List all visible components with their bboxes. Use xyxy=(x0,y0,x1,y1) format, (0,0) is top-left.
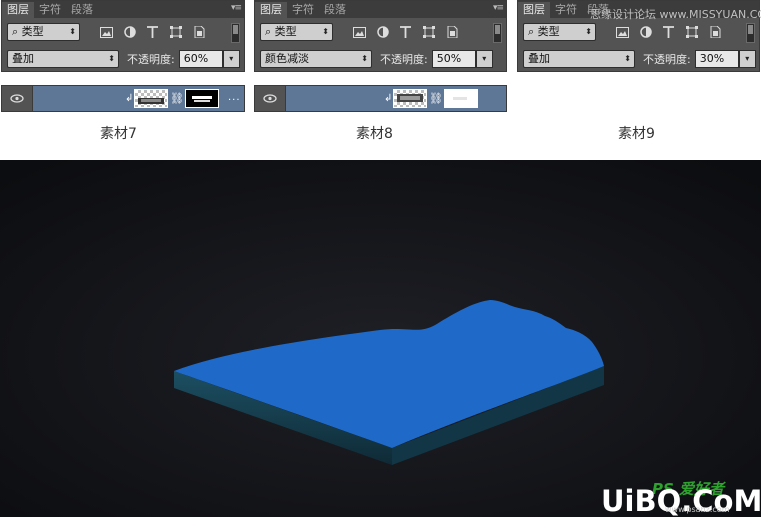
search-icon: ⌕ xyxy=(265,25,272,38)
filter-kind-select[interactable]: ⌕ 类型 ⬍ xyxy=(260,23,333,41)
shape-filter-icon[interactable] xyxy=(683,24,700,41)
panel-menu-icon[interactable]: ▾≡ xyxy=(493,3,504,13)
panel-tabs: 图层 字符 段落 ▾≡ xyxy=(2,1,244,18)
opacity-dropdown-button[interactable]: ▾ xyxy=(475,50,493,68)
filter-kind-label: 类型 xyxy=(274,25,297,38)
filter-row: ⌕ 类型 ⬍ xyxy=(523,23,723,41)
caption-material-7: 素材7 xyxy=(100,126,137,142)
filter-kind-select[interactable]: ⌕ 类型 ⬍ xyxy=(523,23,596,41)
chain-link-icon[interactable]: ⛓ xyxy=(170,92,184,105)
visibility-eye-icon[interactable] xyxy=(255,86,286,111)
panel-menu-icon[interactable]: ▾≡ xyxy=(231,3,242,13)
updown-arrow-icon: ⬍ xyxy=(108,54,115,63)
tab-paragraph[interactable]: 段落 xyxy=(66,2,98,18)
forum-watermark: 思缘设计论坛 www.MISSYUAN.COM xyxy=(590,8,761,21)
adjustment-filter-icon[interactable] xyxy=(374,24,391,41)
updown-arrow-icon: ⬍ xyxy=(322,27,329,36)
filter-kind-label: 类型 xyxy=(21,25,44,38)
tab-character[interactable]: 字符 xyxy=(34,2,66,18)
layer-mask-thumbnail[interactable] xyxy=(185,89,219,108)
opacity-field[interactable]: 50% xyxy=(431,50,476,68)
visibility-eye-icon[interactable] xyxy=(2,86,33,111)
search-icon: ⌕ xyxy=(12,25,19,38)
smart-object-filter-icon[interactable] xyxy=(443,24,460,41)
adjustment-filter-icon[interactable] xyxy=(637,24,654,41)
layers-panel-2: 图层 字符 段落 ▾≡ ⌕ 类型 ⬍ 颜色减淡 ⬍ 不透明度: 50% ▾ xyxy=(254,0,507,72)
filter-toggle-switch[interactable] xyxy=(231,23,240,43)
updown-arrow-icon: ⬍ xyxy=(361,54,368,63)
filter-row: ⌕ 类型 ⬍ xyxy=(7,23,207,41)
pixel-filter-icon[interactable] xyxy=(351,24,368,41)
tab-layers[interactable]: 图层 xyxy=(255,2,287,18)
adjustment-filter-icon[interactable] xyxy=(121,24,138,41)
layer-row-1[interactable]: ↲ ⛓ ... xyxy=(1,85,245,112)
blend-mode-label: 叠加 xyxy=(12,52,34,65)
clipping-mask-arrow-icon: ↲ xyxy=(384,93,393,104)
site-url-watermark: www.psahz.com xyxy=(665,505,730,514)
layer-more-label: ... xyxy=(228,92,241,103)
opacity-field[interactable]: 30% xyxy=(694,50,739,68)
shape-filter-icon[interactable] xyxy=(167,24,184,41)
opacity-dropdown-button[interactable]: ▾ xyxy=(222,50,240,68)
caption-material-9: 素材9 xyxy=(618,126,655,142)
filter-toggle-switch[interactable] xyxy=(746,23,755,43)
smart-object-filter-icon[interactable] xyxy=(706,24,723,41)
chain-link-icon[interactable]: ⛓ xyxy=(429,92,443,105)
pixel-filter-icon[interactable] xyxy=(98,24,115,41)
tab-layers[interactable]: 图层 xyxy=(2,2,34,18)
clipping-mask-arrow-icon: ↲ xyxy=(125,93,134,104)
water-block-illustration xyxy=(0,160,761,517)
opacity-label: 不透明度: xyxy=(380,53,428,66)
updown-arrow-icon: ⬍ xyxy=(585,27,592,36)
blend-mode-label: 颜色减淡 xyxy=(265,52,309,65)
pixel-filter-icon[interactable] xyxy=(614,24,631,41)
shape-filter-icon[interactable] xyxy=(420,24,437,41)
smart-object-filter-icon[interactable] xyxy=(190,24,207,41)
filter-kind-label: 类型 xyxy=(537,25,560,38)
tab-character[interactable]: 字符 xyxy=(287,2,319,18)
tab-paragraph[interactable]: 段落 xyxy=(319,2,351,18)
blend-row: 叠加 ⬍ 不透明度: 60% ▾ xyxy=(7,50,240,68)
opacity-field[interactable]: 60% xyxy=(178,50,223,68)
updown-arrow-icon: ⬍ xyxy=(69,27,76,36)
blend-row: 叠加 ⬍ 不透明度: 30% ▾ xyxy=(523,50,756,68)
panel-tabs: 图层 字符 段落 ▾≡ xyxy=(255,1,506,18)
type-filter-icon[interactable] xyxy=(397,24,414,41)
canvas-preview xyxy=(0,160,761,517)
type-filter-icon[interactable] xyxy=(660,24,677,41)
updown-arrow-icon: ⬍ xyxy=(624,54,631,63)
blend-mode-label: 叠加 xyxy=(528,52,550,65)
layers-panel-1: 图层 字符 段落 ▾≡ ⌕ 类型 ⬍ 叠加 ⬍ 不透明度: 60% ▾ xyxy=(1,0,245,72)
layer-thumbnail[interactable] xyxy=(393,89,427,108)
blend-mode-select[interactable]: 颜色减淡 ⬍ xyxy=(260,50,372,68)
blend-mode-select[interactable]: 叠加 ⬍ xyxy=(523,50,635,68)
layer-mask-thumbnail[interactable] xyxy=(444,89,478,108)
tab-layers[interactable]: 图层 xyxy=(518,2,550,18)
layer-thumbnail[interactable] xyxy=(134,89,168,108)
caption-material-8: 素材8 xyxy=(356,126,393,142)
type-filter-icon[interactable] xyxy=(144,24,161,41)
opacity-label: 不透明度: xyxy=(643,53,691,66)
opacity-label: 不透明度: xyxy=(127,53,175,66)
layer-row-2[interactable]: ↲ ⛓ xyxy=(254,85,507,112)
opacity-dropdown-button[interactable]: ▾ xyxy=(738,50,756,68)
blend-row: 颜色减淡 ⬍ 不透明度: 50% ▾ xyxy=(260,50,493,68)
search-icon: ⌕ xyxy=(528,25,535,38)
blend-mode-select[interactable]: 叠加 ⬍ xyxy=(7,50,119,68)
filter-row: ⌕ 类型 ⬍ xyxy=(260,23,460,41)
filter-kind-select[interactable]: ⌕ 类型 ⬍ xyxy=(7,23,80,41)
filter-toggle-switch[interactable] xyxy=(493,23,502,43)
tab-character[interactable]: 字符 xyxy=(550,2,582,18)
